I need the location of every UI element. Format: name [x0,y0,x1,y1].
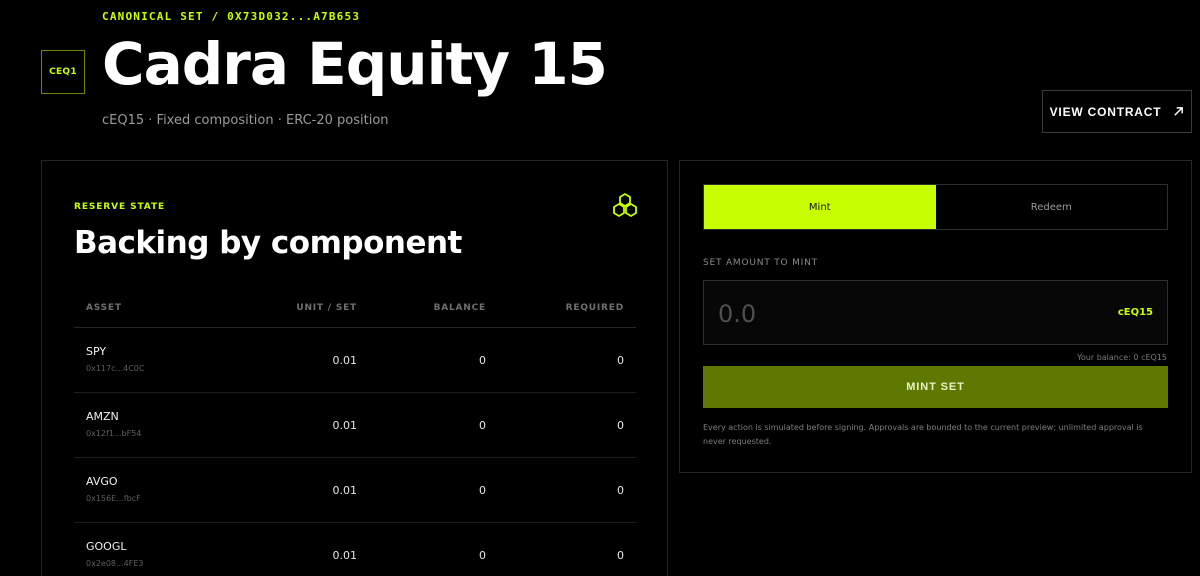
asset-symbol: SPY [86,345,107,358]
column-asset: ASSET [86,303,122,313]
required-value: 0 [617,549,624,562]
reserve-panel: RESERVE STATE Backing by component ASSET… [41,160,668,576]
amount-unit: cEQ15 [1117,307,1153,318]
table-header: ASSET UNIT / SET BALANCE REQUIRED [74,293,636,328]
page-title: Cadra Equity 15 [102,30,608,98]
backing-title: Backing by component [74,225,462,261]
unit-per-set: 0.01 [332,354,358,367]
required-value: 0 [617,354,624,367]
amount-label: SET AMOUNT TO MINT [703,258,818,268]
balance-value: 0 [479,549,486,562]
balance-value: 0 [479,484,486,497]
column-required: REQUIRED [565,303,624,313]
page-subtitle: cEQ15 · Fixed composition · ERC-20 posit… [102,113,389,128]
amount-field: cEQ15 [703,280,1168,345]
required-value: 0 [617,419,624,432]
mint-redeem-panel: Mint Redeem SET AMOUNT TO MINT cEQ15 You… [679,160,1192,473]
mode-tabs: Mint Redeem [703,184,1168,230]
eyebrow-breadcrumb: CANONICAL SET / 0X73D032...A7B653 [102,10,361,23]
view-contract-button[interactable]: VIEW CONTRACT [1042,90,1192,133]
set-badge: CEQ1 [41,50,85,94]
asset-address: 0x117c...4C0C [86,364,145,373]
balance-value: 0 [479,354,486,367]
balance-text: Your balance: 0 cEQ15 [1077,353,1167,362]
table-row: SPY 0x117c...4C0C 0.01 0 0 [74,328,636,393]
unit-per-set: 0.01 [332,419,358,432]
table-row: AMZN 0x12f1...bF54 0.01 0 0 [74,393,636,458]
amount-input[interactable] [718,299,1018,329]
column-balance: BALANCE [433,303,486,313]
asset-symbol: AVGO [86,475,118,488]
asset-symbol: AMZN [86,410,119,423]
unit-per-set: 0.01 [332,549,358,562]
unit-per-set: 0.01 [332,484,358,497]
tab-redeem[interactable]: Redeem [935,185,1167,229]
asset-address: 0x12f1...bF54 [86,429,142,438]
mint-set-button[interactable]: MINT SET [703,366,1168,408]
cubes-icon [613,193,637,217]
table-row: AVGO 0x156E...fbcF 0.01 0 0 [74,458,636,523]
column-unit-per-set: UNIT / SET [296,303,357,313]
asset-address: 0x2e08...4FE3 [86,559,144,568]
asset-symbol: GOOGL [86,540,127,553]
view-contract-label: VIEW CONTRACT [1049,104,1162,119]
balance-value: 0 [479,419,486,432]
reserve-state-label: RESERVE STATE [74,202,166,212]
tab-mint[interactable]: Mint [704,185,936,229]
table-row: GOOGL 0x2e08...4FE3 0.01 0 0 [74,523,636,576]
asset-address: 0x156E...fbcF [86,494,141,503]
arrow-up-right-icon [1174,107,1184,116]
disclaimer-text: Every action is simulated before signing… [703,423,1143,446]
required-value: 0 [617,484,624,497]
